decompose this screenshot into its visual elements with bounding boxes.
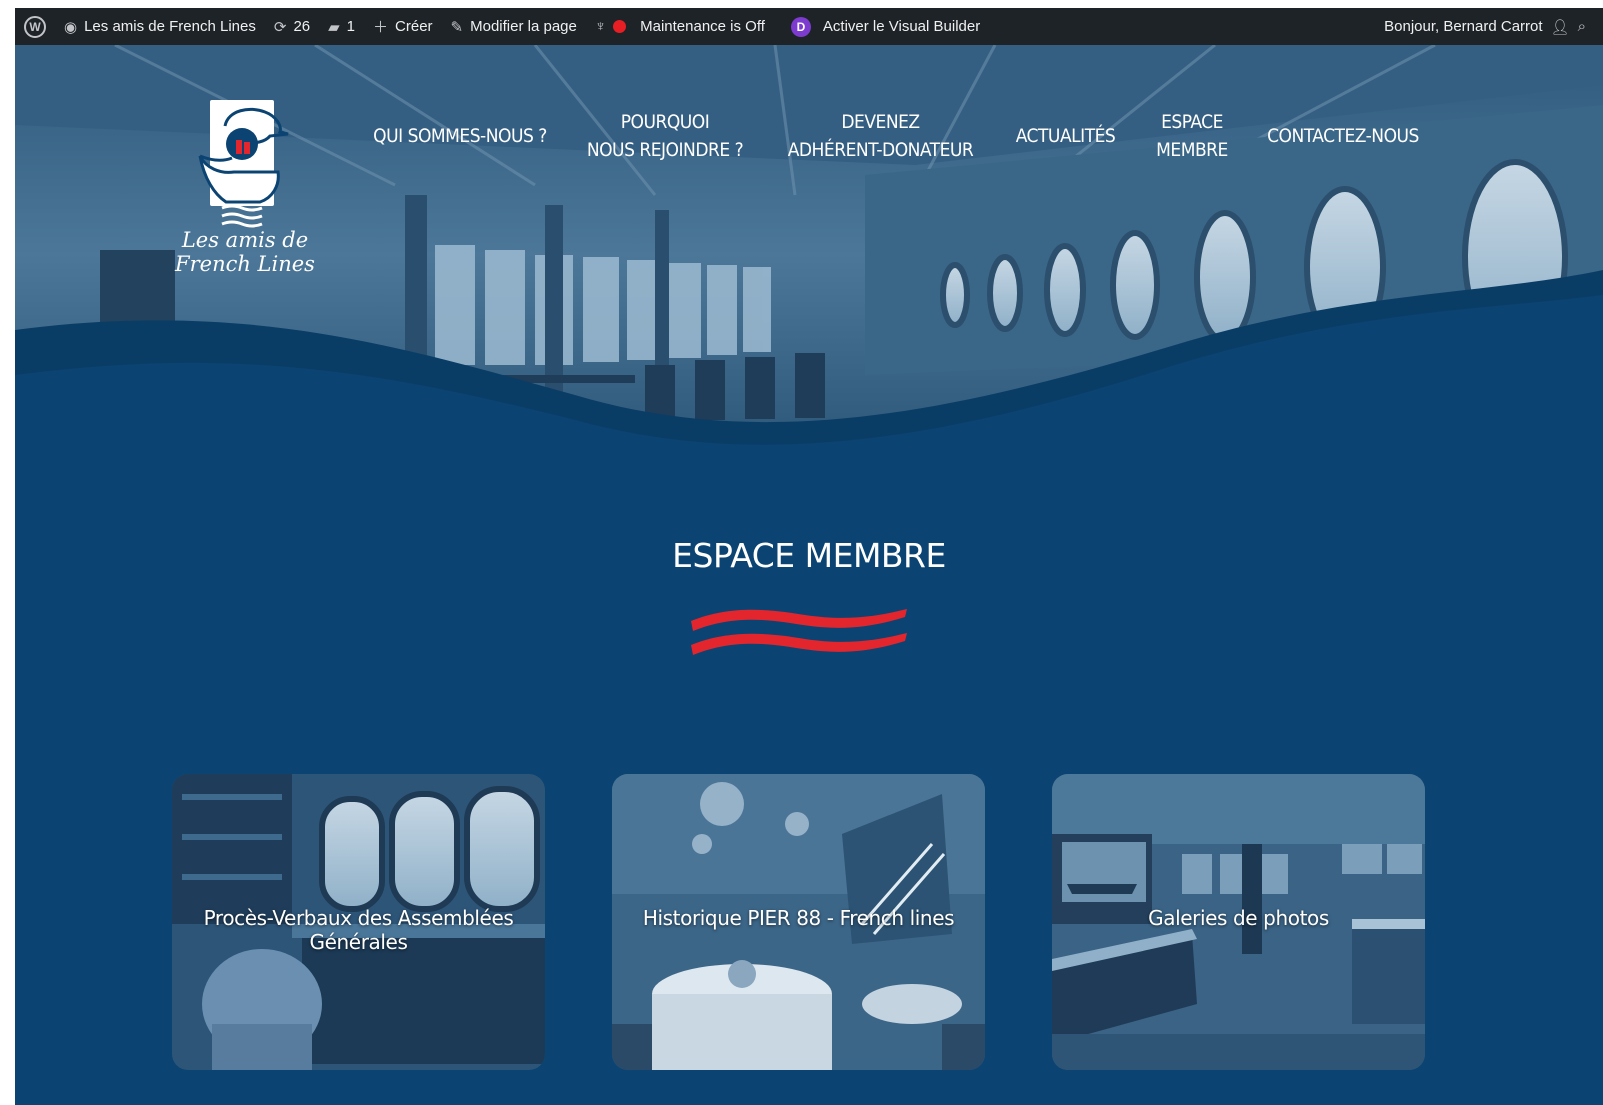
visual-builder-label: Activer le Visual Builder (822, 18, 981, 35)
wordpress-logo-icon: W (24, 15, 46, 38)
site-name: Les amis de French Lines (84, 18, 256, 35)
edit-page-label: Modifier la page (470, 18, 577, 35)
plus-icon: ＋ (373, 19, 389, 36)
updates-count: 26 (293, 18, 311, 35)
comments-menu[interactable]: ▰ 1 (319, 8, 364, 45)
card-galeries-de-photos[interactable]: Galeries de photos (1052, 774, 1425, 1070)
wp-admin-bar: W ◉ Les amis de French Lines ⟳ 26 ▰ 1 ＋ … (15, 8, 1603, 45)
wp-logo-menu[interactable]: W (15, 8, 55, 45)
pencil-icon: ✎ (450, 18, 464, 36)
user-avatar-icon: 👤︎ (1550, 18, 1570, 36)
comments-count: 1 (346, 18, 356, 35)
updates-menu[interactable]: ⟳ 26 (265, 8, 319, 45)
card-label: Procès-Verbaux des Assemblées Générales (203, 906, 514, 954)
card-proces-verbaux[interactable]: Procès-Verbaux des Assemblées Générales (172, 774, 545, 1070)
card-label: Historique PIER 88 - French lines (642, 906, 955, 930)
create-label: Créer (395, 18, 433, 35)
nav-pourquoi-nous-rejoindre[interactable]: POURQUOI NOUS REJOINDRE ? (575, 108, 755, 164)
divi-logo-icon: D (790, 16, 811, 37)
nav-contactez-nous[interactable]: CONTACTEZ-NOUS (1253, 122, 1433, 150)
nav-espace-membre[interactable]: ESPACE MEMBRE (1147, 108, 1237, 164)
my-account-menu[interactable]: Bonjour, Bernard Carrot 👤︎ ⌕ (1375, 8, 1595, 45)
card-label: Galeries de photos (1148, 906, 1329, 930)
dashboard-icon: ◉ (64, 18, 78, 36)
yoast-seo-icon: ♆ (594, 18, 607, 35)
yoast-menu[interactable]: ♆ Maintenance is Off (586, 8, 774, 45)
comment-icon: ▰ (328, 18, 340, 36)
maintenance-label: Maintenance is Off (640, 18, 765, 35)
logo-text-line-1: Les amis de (181, 228, 309, 252)
page-title: ESPACE MEMBRE (672, 536, 946, 575)
search-icon[interactable]: ⌕ (1578, 18, 1586, 35)
greeting: Bonjour, Bernard Carrot (1384, 18, 1543, 35)
nav-qui-sommes-nous[interactable]: QUI SOMMES-NOUS ? (360, 122, 560, 150)
site-name-menu[interactable]: ◉ Les amis de French Lines (55, 8, 265, 45)
edit-page-link[interactable]: ✎ Modifier la page (442, 8, 586, 45)
seo-status-dot-icon (613, 20, 627, 33)
red-waves-divider-icon (691, 609, 907, 655)
main-navigation: QUI SOMMES-NOUS ? POURQUOI NOUS REJOINDR… (15, 108, 1603, 188)
nav-actualites[interactable]: ACTUALITÉS (1003, 122, 1128, 150)
page-viewport: W ◉ Les amis de French Lines ⟳ 26 ▰ 1 ＋ … (15, 8, 1603, 1105)
create-menu[interactable]: ＋ Créer (364, 8, 442, 45)
logo-text-line-2: French Lines (175, 252, 315, 276)
card-historique-pier-88[interactable]: Historique PIER 88 - French lines (612, 774, 985, 1070)
visual-builder-link[interactable]: D Activer le Visual Builder (782, 8, 989, 45)
updates-icon: ⟳ (273, 18, 287, 36)
nav-devenez-adherent-donateur[interactable]: DEVENEZ ADHÉRENT-DONATEUR (773, 108, 988, 164)
